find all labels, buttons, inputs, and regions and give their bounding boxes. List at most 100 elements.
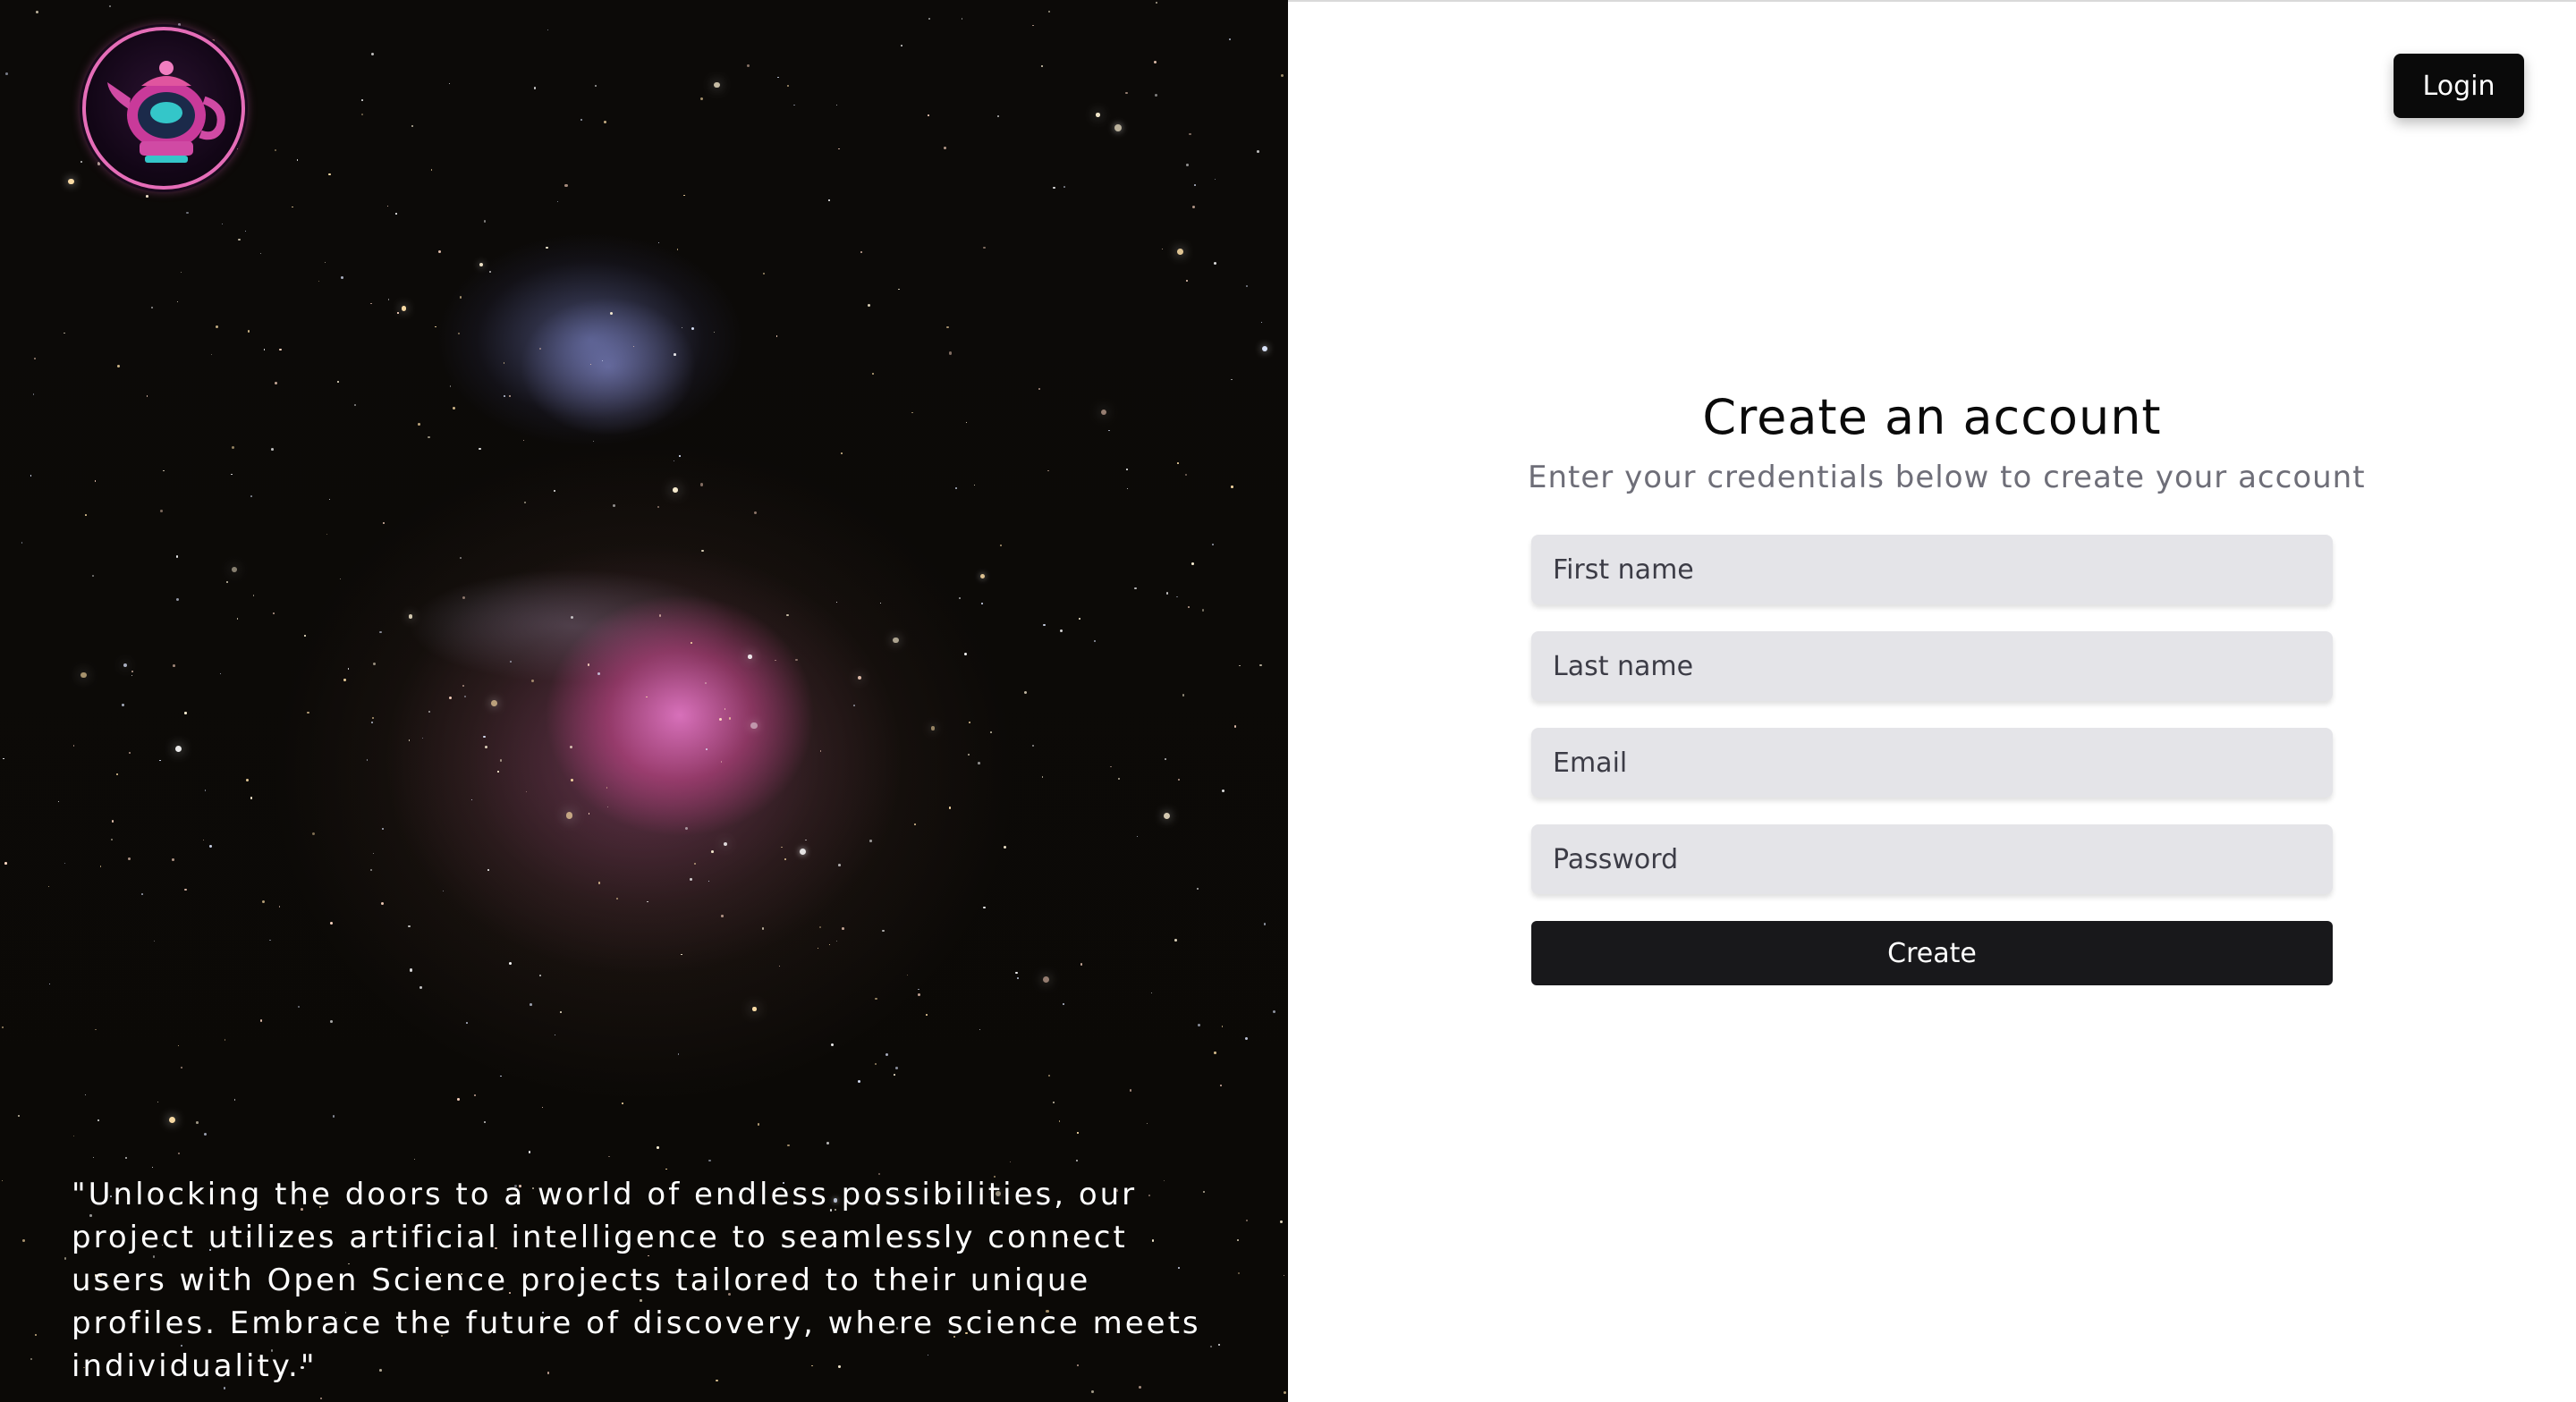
star xyxy=(1042,976,1049,984)
star xyxy=(245,779,249,782)
star xyxy=(775,335,778,337)
star xyxy=(236,618,239,620)
star xyxy=(1079,618,1080,620)
star xyxy=(231,567,237,572)
star xyxy=(928,18,930,20)
star xyxy=(196,1121,199,1125)
star xyxy=(176,300,179,303)
star xyxy=(857,676,862,680)
star xyxy=(341,276,343,280)
star xyxy=(172,663,175,667)
star xyxy=(448,82,451,84)
star xyxy=(259,252,262,255)
star xyxy=(906,974,909,976)
star xyxy=(275,149,277,151)
star xyxy=(504,395,506,398)
star xyxy=(602,359,604,362)
first-name-input[interactable] xyxy=(1531,535,2333,604)
star xyxy=(80,161,83,164)
star xyxy=(595,84,597,87)
star xyxy=(622,1102,624,1104)
password-input[interactable] xyxy=(1531,824,2333,894)
star xyxy=(109,4,112,7)
star xyxy=(533,87,537,90)
star xyxy=(525,790,528,793)
star xyxy=(307,712,309,714)
star xyxy=(608,1155,611,1158)
star xyxy=(1174,938,1178,942)
star xyxy=(211,38,215,42)
star xyxy=(838,864,842,866)
star xyxy=(530,1003,533,1007)
star xyxy=(1237,1271,1240,1274)
form-subtitle: Enter your credentials below to create y… xyxy=(1528,460,2366,495)
star xyxy=(949,351,953,355)
star xyxy=(831,1043,835,1046)
star xyxy=(779,965,781,967)
star xyxy=(146,195,148,198)
star xyxy=(209,845,212,848)
star xyxy=(452,406,455,410)
star xyxy=(1125,469,1128,470)
star xyxy=(728,717,732,720)
star xyxy=(683,194,685,197)
star xyxy=(674,352,676,356)
star xyxy=(225,580,229,584)
star xyxy=(546,246,548,249)
star xyxy=(539,347,541,350)
star xyxy=(714,81,720,88)
star xyxy=(565,812,573,819)
star xyxy=(509,395,511,397)
star xyxy=(592,440,595,443)
star xyxy=(311,832,315,835)
star xyxy=(68,178,74,185)
star xyxy=(80,671,87,679)
star xyxy=(681,954,682,956)
star xyxy=(893,637,899,644)
star xyxy=(4,72,8,75)
last-name-input[interactable] xyxy=(1531,631,2333,701)
star xyxy=(1201,609,1204,612)
signup-page: "Unlocking the doors to a world of endle… xyxy=(0,0,2576,1402)
star xyxy=(332,1114,335,1118)
star xyxy=(1017,977,1019,980)
star xyxy=(1041,776,1044,778)
star xyxy=(1043,623,1046,627)
star xyxy=(176,597,179,601)
star xyxy=(260,1019,263,1022)
star xyxy=(564,183,568,187)
star xyxy=(397,312,399,314)
star xyxy=(92,1156,95,1159)
login-button[interactable]: Login xyxy=(2394,54,2524,118)
star xyxy=(272,612,275,615)
star xyxy=(1114,123,1122,131)
email-input[interactable] xyxy=(1531,728,2333,798)
star xyxy=(554,490,555,492)
star xyxy=(1125,91,1128,95)
star xyxy=(418,423,420,426)
star xyxy=(1231,486,1233,488)
star xyxy=(990,731,992,733)
star xyxy=(1076,1159,1079,1161)
star xyxy=(353,404,356,407)
star xyxy=(458,332,461,334)
star xyxy=(370,302,373,305)
star xyxy=(724,708,726,711)
star xyxy=(503,362,505,365)
star xyxy=(787,1144,790,1147)
star xyxy=(470,798,472,800)
star xyxy=(570,779,573,781)
star xyxy=(122,704,124,706)
star xyxy=(131,670,134,672)
star xyxy=(1244,1036,1248,1040)
star xyxy=(318,280,320,282)
star xyxy=(690,878,692,881)
star xyxy=(419,986,422,989)
create-account-button[interactable]: Create xyxy=(1531,921,2333,985)
star xyxy=(1196,888,1199,891)
form-title: Create an account xyxy=(1702,389,2162,445)
star xyxy=(215,325,218,328)
star xyxy=(224,1039,226,1041)
star xyxy=(911,411,913,414)
hero-quote: "Unlocking the doors to a world of endle… xyxy=(72,1177,1201,1384)
